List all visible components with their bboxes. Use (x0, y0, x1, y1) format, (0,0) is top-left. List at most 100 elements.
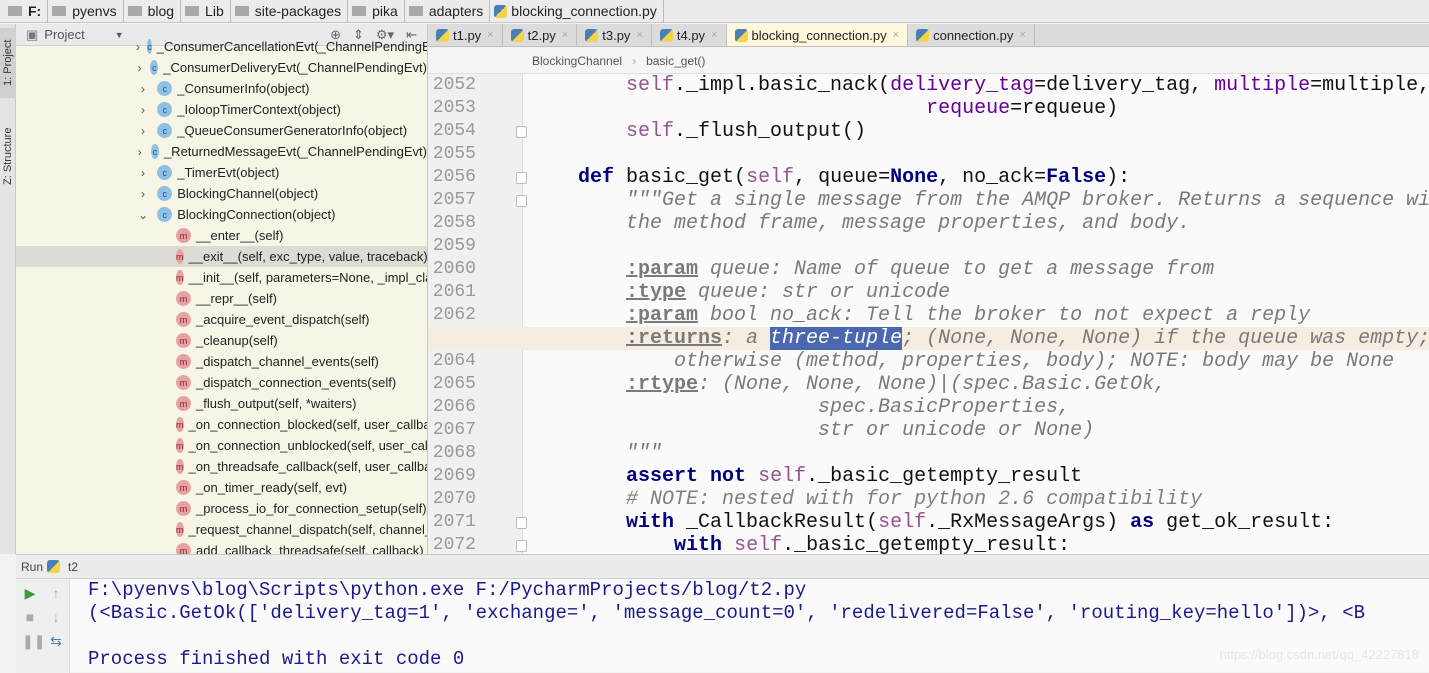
method-icon: m (176, 249, 184, 264)
breadcrumb-method[interactable]: basic_get() (646, 54, 705, 68)
tree-item[interactable]: m _dispatch_channel_events(self) (16, 351, 427, 372)
scroll-down-icon[interactable]: ↓ (48, 609, 64, 625)
tree-item[interactable]: m _on_connection_blocked(self, user_callb… (16, 414, 427, 435)
structure-tool-tab[interactable]: Z: Structure (0, 116, 16, 196)
fold-marker-icon[interactable] (516, 195, 527, 207)
breadcrumb-class[interactable]: BlockingChannel (532, 54, 622, 68)
code-token: , queue= (794, 166, 891, 189)
tree-item[interactable]: › c _ConsumerDeliveryEvt(_ChannelPendingE… (16, 57, 427, 78)
chevron-right-icon[interactable]: › (136, 82, 150, 96)
class-icon: c (150, 144, 159, 159)
close-icon[interactable]: × (1019, 29, 1025, 41)
tree-item[interactable]: m _flush_output(self, *waiters) (16, 393, 427, 414)
code-editor[interactable]: 2052 2053 2054 2055 2056 2057 2058 2059 2060 2061… (428, 74, 1429, 554)
stop-icon[interactable]: ■ (22, 609, 38, 625)
method-icon: m (176, 375, 191, 390)
tree-item[interactable]: m _acquire_event_dispatch(self) (16, 309, 427, 330)
method-icon: m (176, 333, 191, 348)
code-token: bool no_ack: Tell the broker to not expe… (698, 304, 1311, 327)
tab-t3-py[interactable]: t3.py × (577, 24, 652, 46)
line-number: 2072 (432, 535, 476, 554)
tab-label: t2.py (527, 27, 556, 43)
tab-t2-py[interactable]: t2.py × (503, 24, 578, 46)
tree-item-label: _dispatch_channel_events(self) (196, 354, 379, 369)
breadcrumb-item[interactable]: blocking_connection.py (490, 0, 664, 23)
fold-marker-icon[interactable] (516, 172, 527, 184)
tree-item[interactable]: ⌄ c BlockingConnection(object) (16, 204, 427, 225)
tree-item-label: _on_connection_blocked(self, user_callba… (188, 417, 428, 432)
breadcrumb-item[interactable]: adapters (405, 0, 491, 23)
code-token: spec.BasicProperties, (530, 396, 1071, 419)
rerun-icon[interactable]: ▶ (22, 585, 38, 601)
tree-item[interactable]: m __exit__(self, exc_type, value, traceba… (16, 246, 427, 267)
tree-item-label: _TimerEvt(object) (177, 165, 280, 180)
class-icon: c (150, 60, 159, 75)
close-icon[interactable]: × (562, 29, 568, 41)
chevron-right-icon[interactable]: › (136, 40, 140, 54)
tree-item-label: BlockingChannel(object) (177, 186, 319, 201)
console-line: Process finished with exit code 0 (88, 648, 465, 670)
breadcrumb-item[interactable]: site-packages (231, 0, 349, 23)
line-number: 2052 (432, 75, 476, 95)
tree-item[interactable]: › c _TimerEvt(object) (16, 162, 427, 183)
tree-item[interactable]: m __init__(self, parameters=None, _impl_c… (16, 267, 427, 288)
chevron-right-icon[interactable]: › (136, 103, 150, 117)
project-tool-tab[interactable]: 1: Project (0, 28, 16, 98)
tree-item[interactable]: m _on_timer_ready(self, evt) (16, 477, 427, 498)
tree-item[interactable]: › c _ConsumerCancellationEvt(_ChannelPend… (16, 36, 427, 57)
fold-marker-icon[interactable] (516, 540, 527, 552)
tree-item[interactable]: m _process_io_for_connection_setup(self) (16, 498, 427, 519)
tree-item[interactable]: m _on_threadsafe_callback(self, user_call… (16, 456, 427, 477)
tree-item[interactable]: m _cleanup(self) (16, 330, 427, 351)
method-icon: m (176, 543, 191, 554)
code-token: :param (626, 258, 699, 281)
close-icon[interactable]: × (636, 29, 642, 41)
chevron-right-icon[interactable]: › (136, 187, 150, 201)
fold-marker-icon[interactable] (516, 517, 527, 529)
pause-icon[interactable]: ❚❚ (22, 633, 45, 649)
chevron-right-icon[interactable]: › (136, 124, 150, 138)
scroll-up-icon[interactable]: ↑ (48, 585, 64, 601)
tree-item[interactable]: › c BlockingChannel(object) (16, 183, 427, 204)
code-token: ._flush_output() (674, 120, 867, 143)
tab-blocking_connection-py[interactable]: blocking_connection.py × (726, 24, 909, 46)
close-icon[interactable]: × (711, 29, 717, 41)
breadcrumb-item[interactable]: Lib (181, 0, 231, 23)
code-line: with self._basic_getempty_result: (530, 534, 1070, 554)
tab-connection-py[interactable]: connection.py × (908, 24, 1035, 46)
code-line: otherwise (method, properties, body); NO… (530, 350, 1394, 373)
fold-marker-icon[interactable] (516, 126, 527, 138)
tree-item-label: add_callback_threadsafe(self, callback) (196, 543, 424, 554)
code-line: """Get a single message from the AMQP br… (530, 189, 1429, 212)
chevron-right-icon[interactable]: › (136, 166, 150, 180)
tab-t1-py[interactable]: t1.py × (428, 24, 503, 46)
tree-item[interactable]: m add_callback_threadsafe(self, callback) (16, 540, 427, 554)
tree-item-label: _IoloopTimerContext(object) (177, 102, 341, 117)
soft-wrap-icon[interactable]: ⇆ (48, 633, 64, 649)
tree-item[interactable]: › c _ConsumerInfo(object) (16, 78, 427, 99)
run-config-tab[interactable]: t2 (68, 560, 78, 574)
tree-item[interactable]: › c _IoloopTimerContext(object) (16, 99, 427, 120)
close-icon[interactable]: × (487, 29, 493, 41)
code-line: :param queue: Name of queue to get a mes… (530, 258, 1214, 281)
breadcrumb-item[interactable]: F: (4, 0, 49, 23)
tab-label: connection.py (933, 27, 1014, 43)
tree-item[interactable]: › c _ReturnedMessageEvt(_ChannelPendingEv… (16, 141, 427, 162)
chevron-right-icon[interactable]: › (136, 61, 143, 75)
tree-item[interactable]: m _dispatch_connection_events(self) (16, 372, 427, 393)
tree-item[interactable]: m __repr__(self) (16, 288, 427, 309)
tree-item[interactable]: m _on_connection_unblocked(self, user_cal… (16, 435, 427, 456)
tab-t4-py[interactable]: t4.py × (652, 24, 727, 46)
close-icon[interactable]: × (893, 29, 899, 41)
tree-item-label: _request_channel_dispatch(self, channel_… (188, 522, 428, 537)
breadcrumb-item[interactable]: blog (124, 0, 182, 23)
tree-item[interactable]: › c _QueueConsumerGeneratorInfo(object) (16, 120, 427, 141)
chevron-down-icon[interactable]: ⌄ (136, 208, 150, 222)
chevron-right-icon[interactable]: › (136, 145, 144, 159)
tree-item[interactable]: m _request_channel_dispatch(self, channel… (16, 519, 427, 540)
breadcrumb-item[interactable]: pika (348, 0, 405, 23)
breadcrumb-item[interactable]: pyenvs (48, 0, 124, 23)
line-number: 2067 (432, 420, 476, 440)
tree-item[interactable]: m __enter__(self) (16, 225, 427, 246)
